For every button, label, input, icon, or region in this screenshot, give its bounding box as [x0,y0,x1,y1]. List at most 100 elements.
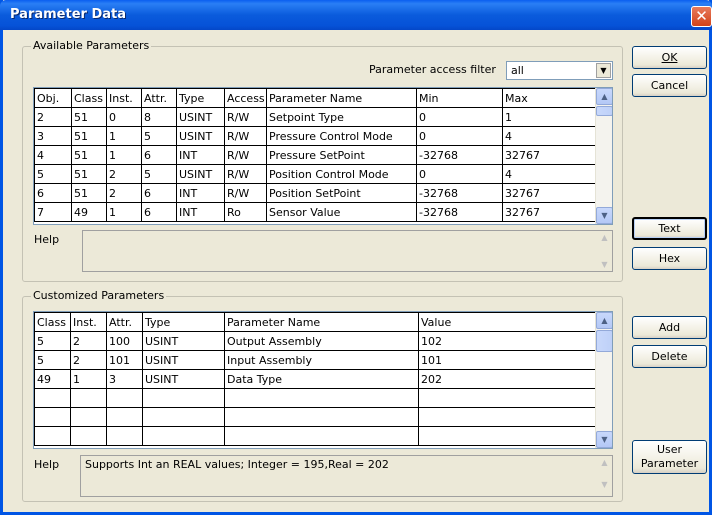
table-cell[interactable]: 1 [502,107,600,127]
table-cell[interactable]: 51 [71,145,107,165]
table-cell[interactable] [34,426,71,446]
chevron-down-icon[interactable]: ▼ [596,63,611,78]
table-cell[interactable]: Setpoint Type [266,107,417,127]
table-cell[interactable]: R/W [224,145,267,165]
available-parameters-table[interactable]: Obj. Class Inst. Attr. Type Access Parameter N… [33,87,613,225]
table-row[interactable]: 2 51 0 8 USINT R/W Setpoint Type 0 1 [34,107,600,127]
table-cell[interactable] [418,426,600,446]
table-cell[interactable]: 2 [106,183,142,203]
scroll-down-icon[interactable]: ▼ [596,431,612,448]
table-cell[interactable]: 49 [34,369,71,389]
table-cell[interactable]: 6 [141,145,177,165]
table-cell[interactable]: USINT [142,331,225,351]
table-cell[interactable]: 1 [106,145,142,165]
table-cell[interactable]: R/W [224,183,267,203]
table-row[interactable] [34,388,600,408]
table-cell[interactable]: Position SetPoint [266,183,417,203]
table-cell[interactable]: 4 [34,145,72,165]
table-cell[interactable]: 51 [71,164,107,184]
table-row[interactable]: 6 51 2 6 INT R/W Position SetPoint -32768 32767 [34,183,600,203]
available-column-header[interactable]: Parameter Name [266,88,417,108]
table-cell[interactable]: R/W [224,107,267,127]
scroll-down-icon[interactable]: ▼ [596,207,612,224]
table-row[interactable]: 5 2 100 USINT Output Assembly 102 [34,331,600,351]
hex-button[interactable]: Hex [632,247,707,270]
table-cell[interactable]: 5 [141,164,177,184]
table-row[interactable]: 5 2 101 USINT Input Assembly 101 [34,350,600,370]
table-cell[interactable]: INT [176,202,225,222]
scroll-up-icon[interactable]: ▲ [596,312,612,329]
table-cell[interactable]: 5 [141,126,177,146]
table-cell[interactable] [106,426,143,446]
text-button[interactable]: Text [632,217,707,240]
table-cell[interactable]: -32768 [416,145,503,165]
table-cell[interactable]: 0 [416,126,503,146]
table-cell[interactable]: 1 [106,202,142,222]
table-cell[interactable]: 3 [106,369,143,389]
table-cell[interactable]: 5 [34,331,71,351]
table-cell[interactable]: 3 [34,126,72,146]
scroll-up-icon[interactable]: ▲ [596,88,612,105]
table-cell[interactable] [70,407,107,427]
available-table-scrollbar[interactable]: ▲ ▼ [595,88,612,224]
table-cell[interactable]: 102 [418,331,600,351]
table-cell[interactable]: Ro [224,202,267,222]
table-cell[interactable]: -32768 [416,183,503,203]
table-cell[interactable]: 202 [418,369,600,389]
table-cell[interactable]: 51 [71,107,107,127]
table-cell[interactable]: USINT [176,107,225,127]
table-cell[interactable]: USINT [176,126,225,146]
table-cell[interactable]: 51 [71,183,107,203]
table-cell[interactable]: 5 [34,350,71,370]
table-cell[interactable]: USINT [142,350,225,370]
table-cell[interactable]: 2 [34,107,72,127]
table-row[interactable]: 3 51 1 5 USINT R/W Pressure Control Mode 0 4 [34,126,600,146]
customized-column-header[interactable]: Attr. [106,312,143,332]
table-cell[interactable]: 51 [71,126,107,146]
scroll-thumb[interactable] [596,330,612,352]
table-cell[interactable]: 0 [416,164,503,184]
scroll-thumb[interactable] [596,106,612,116]
table-cell[interactable]: R/W [224,164,267,184]
table-cell[interactable]: 6 [141,202,177,222]
table-cell[interactable]: USINT [142,369,225,389]
table-cell[interactable]: 6 [141,183,177,203]
table-cell[interactable] [418,407,600,427]
table-cell[interactable]: Sensor Value [266,202,417,222]
delete-button[interactable]: Delete [632,345,707,368]
table-cell[interactable]: 101 [418,350,600,370]
close-button[interactable]: ✕ [691,6,712,27]
customized-column-header[interactable]: Inst. [70,312,107,332]
customized-table-scrollbar[interactable]: ▲ ▼ [595,312,612,448]
table-cell[interactable]: -32768 [416,202,503,222]
table-cell[interactable]: 32767 [502,145,600,165]
available-column-header[interactable]: Obj. [34,88,72,108]
table-cell[interactable]: 0 [416,107,503,127]
table-cell[interactable]: 5 [34,164,72,184]
table-row[interactable]: 4 51 1 6 INT R/W Pressure SetPoint -32768 32767 [34,145,600,165]
table-cell[interactable] [106,407,143,427]
available-column-header[interactable]: Access [224,88,267,108]
customized-column-header[interactable]: Parameter Name [224,312,419,332]
available-column-header[interactable]: Max [502,88,600,108]
table-cell[interactable]: 100 [106,331,143,351]
table-cell[interactable]: 7 [34,202,72,222]
customized-parameters-table[interactable]: Class Inst. Attr. Type Parameter Name Value 5… [33,311,613,449]
ok-button[interactable]: OK [632,46,707,69]
table-cell[interactable] [418,388,600,408]
available-column-header[interactable]: Type [176,88,225,108]
table-cell[interactable] [70,388,107,408]
table-cell[interactable] [34,407,71,427]
table-cell[interactable] [106,388,143,408]
table-cell[interactable]: USINT [176,164,225,184]
table-cell[interactable] [224,407,419,427]
available-column-header[interactable]: Attr. [141,88,177,108]
table-cell[interactable]: Data Type [224,369,419,389]
table-cell[interactable]: 1 [70,369,107,389]
available-column-header[interactable]: Class [71,88,107,108]
customized-column-header[interactable]: Value [418,312,600,332]
customized-column-header[interactable]: Type [142,312,225,332]
table-cell[interactable]: 4 [502,126,600,146]
table-cell[interactable]: 2 [70,331,107,351]
table-cell[interactable]: INT [176,183,225,203]
